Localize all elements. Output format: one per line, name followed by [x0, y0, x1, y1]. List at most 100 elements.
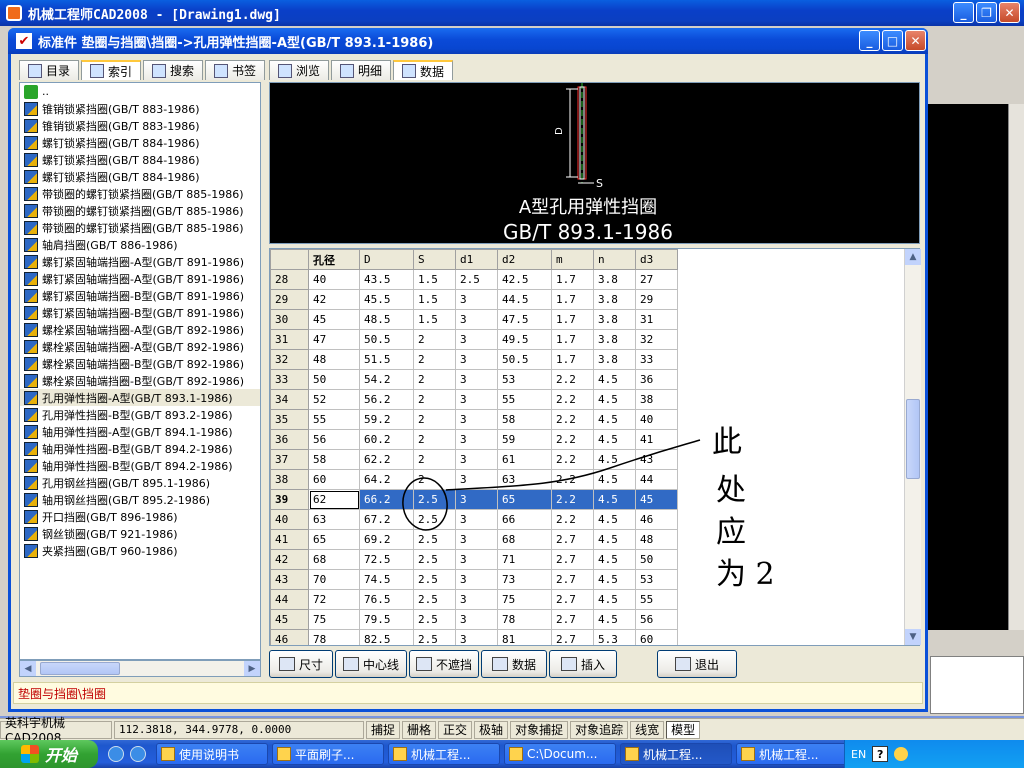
- taskbar-item[interactable]: 机械工程...: [620, 743, 732, 765]
- table-cell[interactable]: 59.2: [359, 409, 414, 430]
- data-button[interactable]: 数据: [481, 650, 547, 678]
- table-cell[interactable]: 31: [635, 309, 678, 330]
- table-cell[interactable]: 2.5: [413, 549, 456, 570]
- status-mode-toggle[interactable]: 极轴: [474, 720, 509, 739]
- table-cell[interactable]: 48: [308, 349, 360, 370]
- tree-item[interactable]: 锥销锁紧挡圈(GB/T 883-1986): [20, 117, 260, 134]
- table-row[interactable]: 36 56 60.2 2 3 59 2.2 4.5 41: [270, 429, 678, 450]
- main-minimize-button[interactable]: _: [953, 2, 974, 23]
- table-cell[interactable]: 5.3: [593, 629, 636, 645]
- grid-vertical-scrollbar[interactable]: ▲ ▼: [904, 249, 921, 645]
- table-cell[interactable]: 62: [308, 489, 360, 510]
- table-cell[interactable]: 2.2: [551, 449, 594, 470]
- tree-item[interactable]: 螺钉锁紧挡圈(GB/T 884-1986): [20, 151, 260, 168]
- table-cell[interactable]: 4.5: [593, 509, 636, 530]
- table-row[interactable]: 39 62 66.2 2.5 3 65 2.2 4.5 45: [270, 489, 678, 510]
- table-cell[interactable]: 3: [455, 509, 498, 530]
- tree-item[interactable]: 锥销锁紧挡圈(GB/T 883-1986): [20, 100, 260, 117]
- tray-app-icon[interactable]: [894, 747, 909, 761]
- table-cell[interactable]: 44: [635, 469, 678, 490]
- tree-item[interactable]: 螺钉锁紧挡圈(GB/T 884-1986): [20, 134, 260, 151]
- tree-item[interactable]: 带锁圈的螺钉锁紧挡圈(GB/T 885-1986): [20, 185, 260, 202]
- scroll-left-icon[interactable]: ◀: [20, 661, 36, 676]
- table-cell[interactable]: 3: [455, 449, 498, 470]
- table-cell[interactable]: 66.2: [359, 489, 414, 510]
- table-cell[interactable]: 3: [455, 369, 498, 390]
- dialog-maximize-button[interactable]: □: [882, 30, 903, 51]
- scroll-down-icon[interactable]: ▼: [905, 629, 921, 645]
- table-cell[interactable]: 3: [455, 309, 498, 330]
- main-close-button[interactable]: ✕: [999, 2, 1020, 23]
- tree-item[interactable]: 螺栓紧固轴端挡圈-B型(GB/T 892-1986): [20, 372, 260, 389]
- table-cell[interactable]: 62.2: [359, 449, 414, 470]
- table-cell[interactable]: 43.5: [359, 269, 414, 290]
- tree-item[interactable]: 螺栓紧固轴端挡圈-A型(GB/T 892-1986): [20, 321, 260, 338]
- table-cell[interactable]: 4.5: [593, 369, 636, 390]
- table-cell[interactable]: 3: [455, 429, 498, 450]
- table-cell[interactable]: 2.7: [551, 609, 594, 630]
- row-header[interactable]: 28: [270, 269, 309, 290]
- table-cell[interactable]: 50.5: [359, 329, 414, 350]
- table-cell[interactable]: 3.8: [593, 309, 636, 330]
- table-row[interactable]: 40 63 67.2 2.5 3 66 2.2 4.5 46: [270, 509, 678, 530]
- table-cell[interactable]: 40: [308, 269, 360, 290]
- table-cell[interactable]: 64.2: [359, 469, 414, 490]
- column-header[interactable]: d1: [455, 249, 498, 270]
- table-cell[interactable]: 42: [308, 289, 360, 310]
- tab-detail[interactable]: 明细: [331, 60, 392, 80]
- table-cell[interactable]: 54.2: [359, 369, 414, 390]
- scroll-right-icon[interactable]: ▶: [244, 661, 260, 676]
- table-cell[interactable]: 42.5: [497, 269, 552, 290]
- row-header[interactable]: 30: [270, 309, 309, 330]
- table-cell[interactable]: 61: [497, 449, 552, 470]
- table-cell[interactable]: 2.5: [413, 609, 456, 630]
- taskbar-item[interactable]: 平面刷子...: [272, 743, 384, 765]
- row-header[interactable]: 43: [270, 569, 309, 590]
- tree-item[interactable]: 孔用钢丝挡圈(GB/T 895.1-1986): [20, 474, 260, 491]
- table-row[interactable]: 38 60 64.2 2 3 63 2.2 4.5 44: [270, 469, 678, 490]
- tree-horizontal-scrollbar[interactable]: ◀ ▶: [19, 660, 261, 677]
- start-button[interactable]: 开始: [0, 740, 98, 768]
- table-cell[interactable]: 1.7: [551, 269, 594, 290]
- parts-tree-list[interactable]: .. 锥销锁紧挡圈(GB/T 883-1986) 锥销锁紧挡圈(GB/T 883-1…: [19, 82, 261, 660]
- table-cell[interactable]: 2.7: [551, 569, 594, 590]
- status-mode-toggle[interactable]: 模型: [666, 720, 701, 739]
- table-cell[interactable]: 78: [497, 609, 552, 630]
- table-row[interactable]: 31 47 50.5 2 3 49.5 1.7 3.8 32: [270, 329, 678, 350]
- tree-item[interactable]: 螺钉紧固轴端挡圈-A型(GB/T 891-1986): [20, 270, 260, 287]
- row-header[interactable]: 42: [270, 549, 309, 570]
- table-cell[interactable]: 36: [635, 369, 678, 390]
- row-header[interactable]: 32: [270, 349, 309, 370]
- tree-item[interactable]: 轴用弹性挡圈-A型(GB/T 894.1-1986): [20, 423, 260, 440]
- table-cell[interactable]: 53: [635, 569, 678, 590]
- status-mode-toggle[interactable]: 对象追踪: [570, 720, 629, 739]
- table-cell[interactable]: 3: [455, 349, 498, 370]
- table-cell[interactable]: 68: [308, 549, 360, 570]
- table-cell[interactable]: 55: [308, 409, 360, 430]
- taskbar-item[interactable]: 机械工程...: [388, 743, 500, 765]
- table-row[interactable]: 46 78 82.5 2.5 3 81 2.7 5.3 60: [270, 629, 678, 645]
- table-cell[interactable]: 2.2: [551, 489, 594, 510]
- table-row[interactable]: 33 50 54.2 2 3 53 2.2 4.5 36: [270, 369, 678, 390]
- table-cell[interactable]: 66: [497, 509, 552, 530]
- table-row[interactable]: 30 45 48.5 1.5 3 47.5 1.7 3.8 31: [270, 309, 678, 330]
- data-grid[interactable]: 孔径 D Sd1 d2 m n d3 28 40 43.5 1.5 2.5 42.5 1.7 3.8 27 2…: [269, 248, 920, 646]
- table-cell[interactable]: 4.5: [593, 609, 636, 630]
- taskbar-item[interactable]: 机械工程...: [736, 743, 848, 765]
- table-cell[interactable]: 1.7: [551, 309, 594, 330]
- row-header[interactable]: 46: [270, 629, 309, 645]
- table-row[interactable]: 42 68 72.5 2.5 3 71 2.7 4.5 50: [270, 549, 678, 570]
- table-cell[interactable]: 43: [635, 449, 678, 470]
- language-indicator[interactable]: EN: [851, 748, 866, 761]
- cad-command-area[interactable]: [930, 656, 1024, 714]
- table-cell[interactable]: 2.7: [551, 589, 594, 610]
- table-cell[interactable]: 2.2: [551, 469, 594, 490]
- table-row[interactable]: 35 55 59.2 2 3 58 2.2 4.5 40: [270, 409, 678, 430]
- table-cell[interactable]: 45: [635, 489, 678, 510]
- table-cell[interactable]: 2.5: [413, 629, 456, 645]
- table-cell[interactable]: 46: [635, 509, 678, 530]
- table-cell[interactable]: 2: [413, 349, 456, 370]
- column-header[interactable]: S: [413, 249, 456, 270]
- tab-data[interactable]: 数据: [393, 60, 454, 80]
- taskbar-item[interactable]: 使用说明书: [156, 743, 268, 765]
